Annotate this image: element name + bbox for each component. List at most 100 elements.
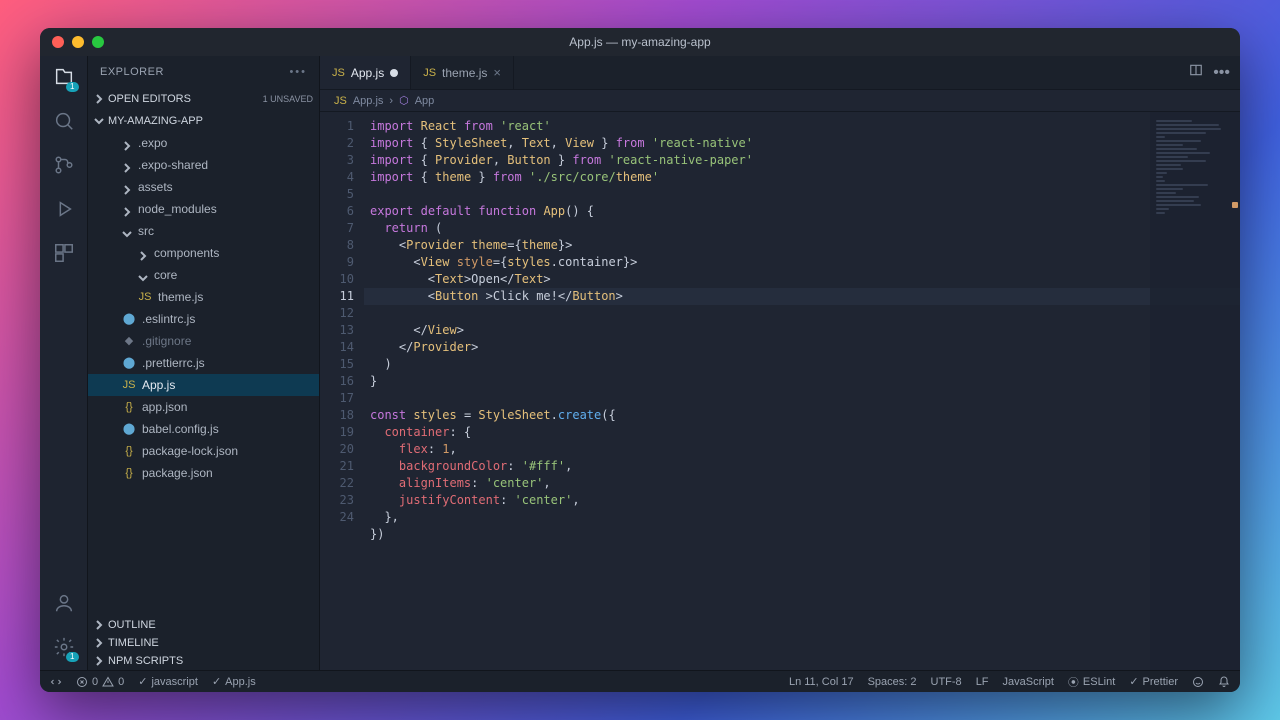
status-language[interactable]: JavaScript xyxy=(1003,676,1054,688)
minimize-window-button[interactable] xyxy=(72,36,84,48)
js-file-icon: JS xyxy=(334,95,347,107)
overview-ruler xyxy=(1228,112,1240,670)
status-eslint[interactable]: ⦿ESLint xyxy=(1068,674,1115,690)
chevron-right-icon: › xyxy=(389,95,393,107)
status-bell-icon[interactable] xyxy=(1218,676,1230,688)
chevron-down-icon xyxy=(94,116,104,126)
tab-label: App.js xyxy=(351,66,384,80)
traffic-lights xyxy=(40,36,104,48)
breadcrumb[interactable]: JS App.js › ⬡ App xyxy=(320,90,1240,112)
chevron-right-icon xyxy=(138,248,148,258)
file-tree-item[interactable]: node_modules xyxy=(88,198,319,220)
outline-header[interactable]: OUTLINE xyxy=(88,616,319,634)
editor-tab[interactable]: JStheme.js× xyxy=(411,56,514,89)
status-cursor-position[interactable]: Ln 11, Col 17 xyxy=(789,676,854,688)
file-name: App.js xyxy=(142,376,175,394)
explorer-badge: 1 xyxy=(66,82,78,92)
file-icon: JS xyxy=(122,376,136,394)
file-tree-item[interactable]: {}package.json xyxy=(88,462,319,484)
file-icon: ◆ xyxy=(122,332,136,350)
explorer-sidebar: EXPLORER ••• OPEN EDITORS 1 UNSAVED MY-A… xyxy=(88,56,320,670)
file-tree-item[interactable]: components xyxy=(88,242,319,264)
file-tree-item[interactable]: ⬤babel.config.js xyxy=(88,418,319,440)
editor-more-icon[interactable]: ••• xyxy=(1213,64,1230,82)
settings-gear-icon[interactable]: 1 xyxy=(51,634,77,660)
editor-group: JSApp.jsJStheme.js× ••• JS App.js › ⬡ Ap… xyxy=(320,56,1240,670)
file-tree-item[interactable]: .expo xyxy=(88,132,319,154)
extensions-icon[interactable] xyxy=(51,240,77,266)
project-header[interactable]: MY-AMAZING-APP xyxy=(88,112,319,130)
file-name: assets xyxy=(138,178,173,196)
file-name: core xyxy=(154,266,177,284)
outline-label: OUTLINE xyxy=(108,619,156,631)
accounts-icon[interactable] xyxy=(51,590,77,616)
file-tree: .expo.expo-sharedassetsnode_modulessrcco… xyxy=(88,130,319,490)
status-indent[interactable]: Spaces: 2 xyxy=(868,676,917,688)
file-name: .prettierrc.js xyxy=(142,354,205,372)
file-tree-item[interactable]: JS App.js xyxy=(88,374,319,396)
search-icon[interactable] xyxy=(51,108,77,134)
file-tree-item[interactable]: src xyxy=(88,220,319,242)
file-icon: {} xyxy=(122,464,136,482)
file-icon: ⬤ xyxy=(122,420,136,438)
code-editor[interactable]: 1 2 3 4 5 6 7 8 9 10 11 12 13 14 15 16 1… xyxy=(320,112,1240,670)
editor-tabs: JSApp.jsJStheme.js× ••• xyxy=(320,56,1240,90)
file-icon: JS xyxy=(138,288,152,306)
status-encoding[interactable]: UTF-8 xyxy=(931,676,962,688)
chevron-right-icon xyxy=(94,94,104,104)
symbol-icon: ⬡ xyxy=(399,94,409,107)
file-name: .expo-shared xyxy=(138,156,208,174)
file-icon: {} xyxy=(122,398,136,416)
split-editor-icon[interactable] xyxy=(1189,63,1203,82)
file-tree-item[interactable]: ◆.gitignore xyxy=(88,330,319,352)
status-prettier[interactable]: ✓Prettier xyxy=(1129,675,1178,688)
sidebar-title: EXPLORER xyxy=(100,66,164,78)
project-label: MY-AMAZING-APP xyxy=(108,115,203,127)
file-name: components xyxy=(154,244,219,262)
chevron-down-icon xyxy=(122,226,132,236)
file-icon: ⬤ xyxy=(122,310,136,328)
window-title: App.js — my-amazing-app xyxy=(40,35,1240,49)
status-remote[interactable] xyxy=(50,676,62,688)
explorer-icon[interactable]: 1 xyxy=(51,64,77,90)
modified-dot-icon xyxy=(390,69,398,77)
code-content[interactable]: import React from 'react' import { Style… xyxy=(364,112,1240,670)
timeline-label: TIMELINE xyxy=(108,637,159,649)
source-control-icon[interactable] xyxy=(51,152,77,178)
zoom-window-button[interactable] xyxy=(92,36,104,48)
breadcrumb-symbol: App xyxy=(415,95,435,107)
chevron-right-icon xyxy=(94,656,104,666)
file-tree-item[interactable]: {}package-lock.json xyxy=(88,440,319,462)
window-body: 1 1 EXPLO xyxy=(40,56,1240,670)
close-tab-icon[interactable]: × xyxy=(493,65,501,80)
file-tree-item[interactable]: JS theme.js xyxy=(88,286,319,308)
sidebar-more-icon[interactable]: ••• xyxy=(289,66,307,78)
file-tree-item[interactable]: ⬤ .eslintrc.js xyxy=(88,308,319,330)
chevron-down-icon xyxy=(138,270,148,280)
status-bar: 0 0 ✓javascript ✓App.js Ln 11, Col 17 Sp… xyxy=(40,670,1240,692)
file-tree-item[interactable]: .expo-shared xyxy=(88,154,319,176)
chevron-right-icon xyxy=(122,204,132,214)
status-problems[interactable]: 0 0 xyxy=(76,676,124,688)
open-editors-header[interactable]: OPEN EDITORS 1 UNSAVED xyxy=(88,90,319,108)
timeline-header[interactable]: TIMELINE xyxy=(88,634,319,652)
close-window-button[interactable] xyxy=(52,36,64,48)
status-feedback-icon[interactable] xyxy=(1192,676,1204,688)
minimap[interactable] xyxy=(1150,112,1240,670)
npm-scripts-header[interactable]: NPM SCRIPTS xyxy=(88,652,319,670)
file-name: theme.js xyxy=(158,288,203,306)
open-editors-label: OPEN EDITORS xyxy=(108,93,191,105)
file-tree-item[interactable]: core xyxy=(88,264,319,286)
file-name: .eslintrc.js xyxy=(142,310,195,328)
file-tree-item[interactable]: assets xyxy=(88,176,319,198)
file-icon: {} xyxy=(122,442,136,460)
file-tree-item[interactable]: {}app.json xyxy=(88,396,319,418)
debug-icon[interactable] xyxy=(51,196,77,222)
status-eol[interactable]: LF xyxy=(976,676,989,688)
breadcrumb-file: App.js xyxy=(353,95,384,107)
file-name: src xyxy=(138,222,154,240)
status-langmode[interactable]: ✓javascript xyxy=(138,675,198,688)
status-filename[interactable]: ✓App.js xyxy=(212,675,256,688)
file-tree-item[interactable]: ⬤.prettierrc.js xyxy=(88,352,319,374)
editor-tab[interactable]: JSApp.js xyxy=(320,56,411,89)
